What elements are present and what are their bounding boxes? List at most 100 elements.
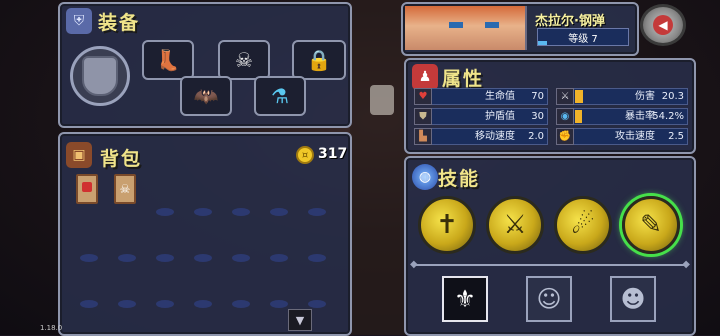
bag-panel: ▣ 背包 ¤ 317 ☠ ▼ bbox=[58, 132, 352, 336]
bag-slot-empty[interactable] bbox=[270, 208, 288, 216]
bag-item-card-red[interactable] bbox=[76, 174, 98, 204]
stat-hp: ♥ 生命值 70 bbox=[414, 88, 548, 105]
portrait-elder[interactable]: ☻ bbox=[610, 276, 656, 322]
equip-slot-boots[interactable]: 👢 bbox=[142, 40, 194, 80]
sword-icon: ⚔ bbox=[556, 88, 574, 105]
stat-crit: ◉ 暴击率 54.2% bbox=[556, 108, 688, 125]
armor-icon: ⛨ bbox=[66, 8, 92, 34]
bag-slot-empty[interactable] bbox=[156, 208, 174, 216]
stat-label: 生命值 bbox=[485, 91, 515, 102]
skill-swords[interactable]: ⚔ bbox=[486, 196, 544, 254]
bag-slot-empty[interactable] bbox=[232, 254, 250, 262]
stat-fill bbox=[575, 90, 583, 103]
bag-slot-empty[interactable] bbox=[194, 254, 212, 262]
stat-damage: ⚔ 伤害 20.3 bbox=[556, 88, 688, 105]
portrait-knight[interactable]: ⚜ bbox=[442, 276, 488, 322]
back-button[interactable]: ◀ bbox=[640, 4, 686, 46]
level-bar: 等级 7 bbox=[537, 28, 629, 46]
eye-icon bbox=[485, 22, 499, 28]
coin-count: 317 bbox=[318, 146, 348, 162]
stat-value: 30 bbox=[531, 111, 544, 122]
bag-slot-empty[interactable] bbox=[194, 208, 212, 216]
stat-label: 移动速度 bbox=[475, 131, 515, 142]
stat-label: 暴击率 bbox=[625, 111, 655, 122]
stat-value: 2.5 bbox=[668, 131, 684, 142]
attributes-panel: ♟ 属性 ♥ 生命值 70 ⚔ 伤害 20.3 ⛊ 护盾值 30 ◉ 暴击率 5… bbox=[404, 58, 696, 154]
bag-slot-empty[interactable] bbox=[270, 300, 288, 308]
eye-icon bbox=[449, 22, 463, 28]
bag-slot-empty[interactable] bbox=[194, 300, 212, 308]
armor-slot[interactable] bbox=[70, 46, 130, 106]
padlock-icon: 🔒 bbox=[306, 48, 332, 72]
bag-slot-empty[interactable] bbox=[270, 254, 288, 262]
cross-icon: ✝ bbox=[436, 210, 458, 240]
portrait-hero[interactable]: ☺ bbox=[526, 276, 572, 322]
attributes-title: 属性 bbox=[442, 68, 485, 90]
bag-menu-button[interactable]: ▼ bbox=[288, 309, 312, 331]
bag-slot-empty[interactable] bbox=[118, 300, 136, 308]
divider-left-ornament: ◆ bbox=[410, 259, 418, 270]
stat-value: 70 bbox=[531, 91, 544, 102]
bag-slot-empty[interactable] bbox=[118, 254, 136, 262]
bag-slot-empty[interactable] bbox=[308, 208, 326, 216]
bag-slot-empty[interactable] bbox=[80, 254, 98, 262]
bag-title: 背包 bbox=[100, 148, 143, 170]
character-name: 杰拉尔·钢弹 bbox=[535, 14, 605, 29]
card-red-icon bbox=[82, 182, 92, 192]
stat-move-speed: ▙ 移动速度 2.0 bbox=[414, 128, 548, 145]
boot-icon: ▙ bbox=[414, 128, 432, 145]
shield-icon bbox=[82, 56, 118, 96]
bag-slot-empty[interactable] bbox=[80, 300, 98, 308]
stat-label: 伤害 bbox=[635, 91, 655, 102]
skill-fire[interactable]: ☄ bbox=[554, 196, 612, 254]
helmet-icon: ☠ bbox=[235, 48, 253, 72]
skill-scroll[interactable]: ✎ bbox=[622, 196, 680, 254]
elder-face-icon: ☻ bbox=[620, 285, 646, 313]
bat-wings-icon: 🦇 bbox=[193, 84, 219, 108]
fist-icon: ✊ bbox=[556, 128, 574, 145]
scroll-icon: ✎ bbox=[640, 210, 662, 240]
background-character bbox=[370, 85, 394, 115]
coin-icon: ¤ bbox=[296, 146, 314, 164]
stat-label: 护盾值 bbox=[485, 111, 515, 122]
skill-cross[interactable]: ✝ bbox=[418, 196, 476, 254]
skills-title: 技能 bbox=[438, 168, 481, 190]
hero-face-icon: ☺ bbox=[536, 285, 562, 313]
stat-label: 攻击速度 bbox=[615, 131, 655, 142]
equip-slot-wings[interactable]: 🦇 bbox=[180, 76, 232, 116]
back-arrow-icon: ◀ bbox=[653, 15, 673, 35]
equip-slot-locked[interactable]: 🔒 bbox=[292, 40, 346, 80]
level-label: 等级 7 bbox=[568, 34, 598, 45]
character-panel: 杰拉尔·钢弹 等级 7 bbox=[401, 2, 639, 56]
shield-icon: ⛊ bbox=[414, 108, 432, 125]
swords-icon: ⚔ bbox=[503, 210, 527, 240]
bag-slot-empty[interactable] bbox=[156, 254, 174, 262]
stat-shield: ⛊ 护盾值 30 bbox=[414, 108, 548, 125]
card-skull-icon: ☠ bbox=[119, 182, 131, 196]
eye-icon: ◉ bbox=[556, 108, 574, 125]
equip-slot-helmet[interactable]: ☠ bbox=[218, 40, 270, 80]
equip-slot-potion[interactable]: ⚗ bbox=[254, 76, 306, 116]
bag-slot-empty[interactable] bbox=[308, 300, 326, 308]
knight-helmet-icon: ⚜ bbox=[454, 285, 476, 313]
bag-slot-empty[interactable] bbox=[232, 208, 250, 216]
stat-value: 20.3 bbox=[661, 91, 684, 102]
boots-icon: 👢 bbox=[155, 48, 181, 72]
equipment-panel: ⛨ 装备 👢 ☠ 🔒 🦇 ⚗ bbox=[58, 2, 352, 128]
fire-icon: ☄ bbox=[571, 210, 595, 240]
bag-slot-empty[interactable] bbox=[308, 254, 326, 262]
stat-value: 2.0 bbox=[528, 131, 544, 142]
stat-value: 54.2% bbox=[652, 111, 684, 122]
skills-panel: ◍ 技能 ✝ ⚔ ☄ ✎ ◆ ◆ ⚜ ☺ ☻ bbox=[404, 156, 696, 336]
bag-item-card-skull[interactable]: ☠ bbox=[114, 174, 136, 204]
stat-fill bbox=[575, 110, 582, 123]
cat-icon: ▼ bbox=[295, 313, 305, 327]
body-icon: ♟ bbox=[412, 64, 438, 90]
bag-slot-empty[interactable] bbox=[232, 300, 250, 308]
bag-slot-empty[interactable] bbox=[156, 300, 174, 308]
version-label: 1.18.0 bbox=[40, 324, 63, 332]
skills-divider bbox=[414, 264, 686, 266]
heart-icon: ♥ bbox=[414, 88, 432, 105]
character-portrait bbox=[405, 6, 527, 50]
potion-icon: ⚗ bbox=[271, 84, 289, 108]
